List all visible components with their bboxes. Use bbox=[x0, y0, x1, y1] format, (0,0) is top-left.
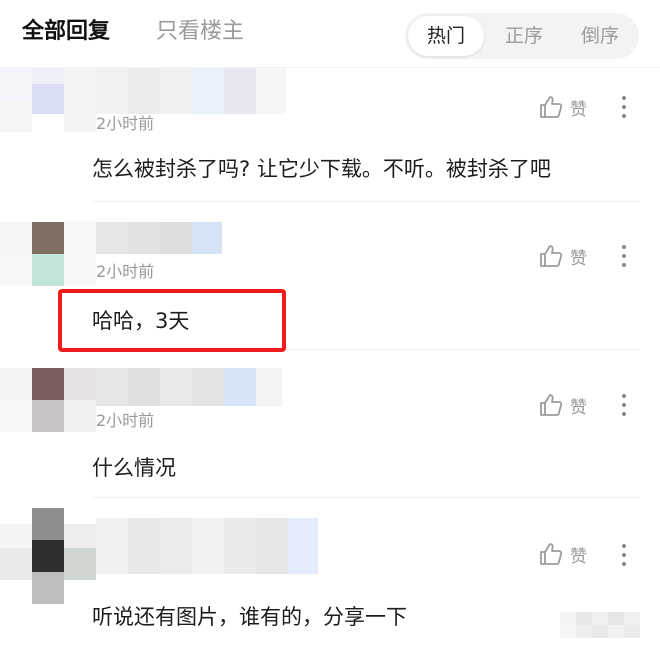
comment-text: 怎么被封杀了吗? 让它少下载。不听。被封杀了吧 bbox=[92, 157, 551, 181]
more-options-icon[interactable] bbox=[614, 90, 634, 124]
thumbs-up-icon bbox=[540, 543, 563, 565]
tab-op-only[interactable]: 只看楼主 bbox=[156, 16, 244, 48]
more-options-icon[interactable] bbox=[614, 388, 634, 422]
avatar[interactable] bbox=[0, 68, 96, 132]
like-label: 赞 bbox=[570, 546, 587, 567]
comment-text: 听说还有图片，谁有的，分享一下 bbox=[92, 605, 407, 629]
username[interactable] bbox=[96, 518, 318, 574]
avatar[interactable] bbox=[0, 368, 96, 432]
comment-time: 2小时前 bbox=[96, 114, 155, 133]
comment-item: 2小时前 赞 怎么被封杀了吗? 让它少下载。不听。被封杀了吧 bbox=[0, 68, 660, 202]
highlight-annotation-box bbox=[58, 289, 286, 352]
sort-hot-button[interactable]: 热门 bbox=[408, 16, 484, 56]
like-button[interactable]: 赞 bbox=[538, 391, 587, 419]
thumbs-up-icon bbox=[540, 394, 563, 416]
more-options-icon[interactable] bbox=[614, 538, 634, 572]
watermark-blur bbox=[560, 612, 640, 638]
like-button[interactable]: 赞 bbox=[538, 242, 587, 270]
like-button[interactable]: 赞 bbox=[538, 540, 587, 568]
comment-text: 什么情况 bbox=[92, 456, 176, 480]
more-options-icon[interactable] bbox=[614, 239, 634, 273]
like-label: 赞 bbox=[570, 99, 587, 120]
comment-time: 2小时前 bbox=[96, 262, 155, 281]
username[interactable] bbox=[96, 68, 286, 114]
username[interactable] bbox=[96, 368, 282, 406]
tab-all-replies[interactable]: 全部回复 bbox=[22, 16, 110, 48]
username[interactable] bbox=[96, 222, 222, 254]
like-button[interactable]: 赞 bbox=[538, 93, 587, 121]
like-label: 赞 bbox=[570, 248, 587, 269]
comment-time: 2小时前 bbox=[96, 411, 155, 430]
like-label: 赞 bbox=[570, 397, 587, 418]
thumbs-up-icon bbox=[540, 245, 563, 267]
comment-item: 2小时前 赞 什么情况 bbox=[0, 350, 660, 498]
thumbs-up-icon bbox=[540, 96, 563, 118]
sort-desc-button[interactable]: 倒序 bbox=[563, 16, 637, 56]
reply-header: 全部回复 只看楼主 热门 正序 倒序 bbox=[0, 0, 660, 68]
sort-asc-button[interactable]: 正序 bbox=[487, 16, 561, 56]
avatar[interactable] bbox=[0, 508, 96, 604]
avatar[interactable] bbox=[0, 222, 96, 286]
sort-toggle: 热门 正序 倒序 bbox=[405, 13, 639, 59]
